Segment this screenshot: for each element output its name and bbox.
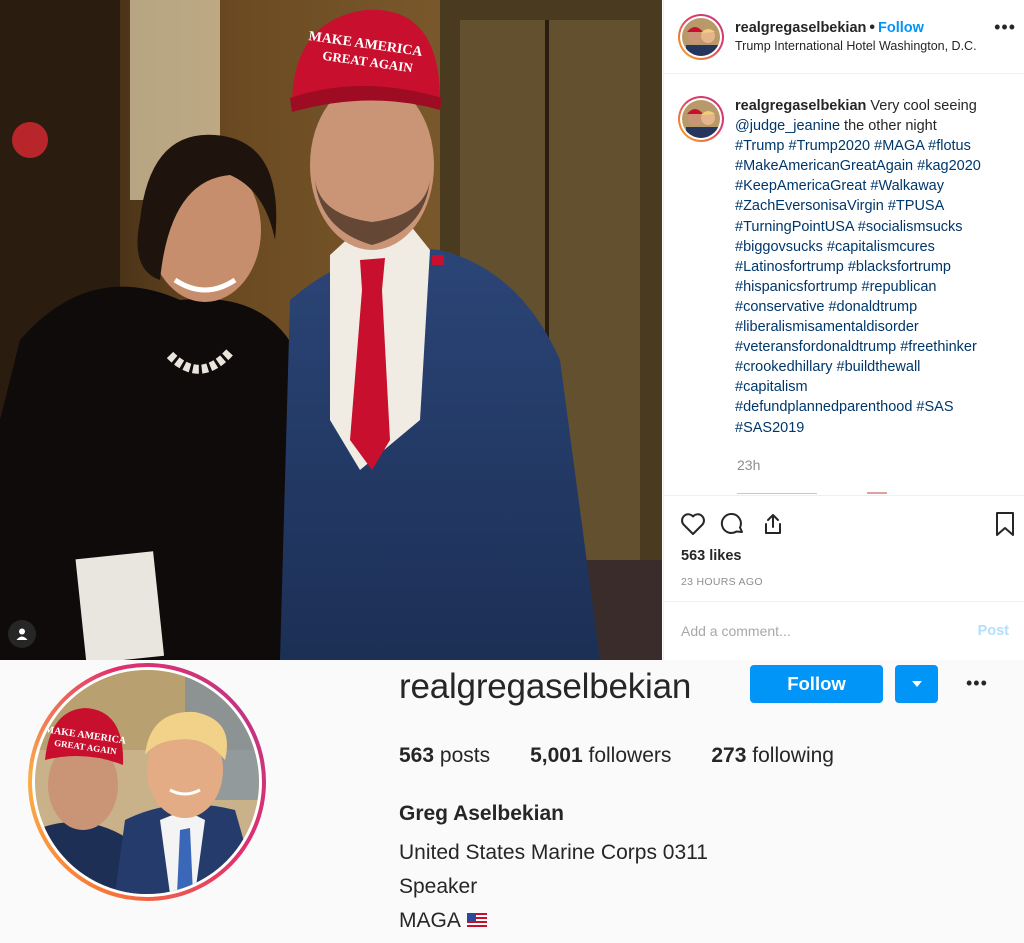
caption-time: 23h	[737, 457, 761, 473]
hashtag-line[interactable]: #Latinosfortrump #blacksfortrump	[735, 257, 1018, 277]
suggested-accounts-dropdown[interactable]	[895, 665, 938, 703]
followers-label: followers	[588, 744, 672, 767]
post-timestamp: 23 HOURS AGO	[681, 576, 763, 588]
hashtag-line[interactable]: #Trump #Trump2020 #MAGA #flotus	[735, 136, 1018, 156]
post-panel: realgregaselbekian • Follow Trump Internat…	[663, 0, 1024, 660]
us-flag-icon	[466, 904, 487, 938]
user-tag-icon[interactable]	[8, 620, 36, 648]
post-photo[interactable]: MAKE AMERICA GREAT AGAIN	[0, 0, 662, 660]
post-location[interactable]: Trump International Hotel Washington, D.…	[735, 37, 977, 55]
post-photo-illustration: MAKE AMERICA GREAT AGAIN	[0, 0, 662, 660]
profile-avatar[interactable]: MAKE AMERICA GREAT AGAIN	[28, 663, 266, 901]
chevron-down-icon	[911, 681, 922, 687]
post-header: realgregaselbekian • Follow Trump Internat…	[664, 0, 1024, 74]
post-actions: 563 likes 23 HOURS AGO	[664, 495, 1024, 601]
hashtag-line[interactable]: #MakeAmericanGreatAgain #kag2020	[735, 156, 1018, 176]
bookmark-icon[interactable]	[993, 510, 1017, 538]
followers-count: 5,001	[530, 744, 583, 767]
hashtag-line[interactable]: #KeepAmericaGreat #Walkaway	[735, 176, 1018, 196]
share-icon[interactable]	[760, 512, 786, 536]
hashtag-line[interactable]: #ZachEversonisaVirgin #TPUSA	[735, 196, 1018, 216]
hashtag-line[interactable]: #defundplannedparenthood #SAS	[735, 397, 1018, 417]
hashtag-line[interactable]: #liberalismisamentaldisorder	[735, 317, 1018, 337]
following-count: 273	[711, 744, 747, 767]
bio-line: United States Marine Corps 0311	[399, 841, 708, 864]
caption-line: Very cool seeing	[870, 98, 977, 114]
caption-avatar[interactable]	[678, 96, 724, 142]
avatar-image	[682, 17, 720, 56]
hashtag-line[interactable]: #TurningPointUSA #socialismsucks	[735, 217, 1018, 237]
posts-count: 563	[399, 744, 435, 767]
avatar-image	[682, 100, 720, 138]
profile-full-name: Greg Aselbekian	[399, 802, 564, 825]
profile-bio: United States Marine Corps 0311 Speaker …	[399, 836, 708, 938]
likes-count[interactable]: 563 likes	[681, 548, 741, 564]
profile-stats: 563 posts 5,001 followers 273 following	[399, 744, 874, 768]
bio-line-maga: MAGA	[399, 904, 708, 938]
heart-icon[interactable]	[680, 512, 706, 536]
hashtag-line[interactable]: #conservative #donaldtrump	[735, 297, 1018, 317]
comment-bar: Post	[664, 601, 1024, 660]
hashtag-line[interactable]: #veteransfordonaldtrump #freethinker	[735, 337, 1018, 357]
post-username[interactable]: realgregaselbekian	[735, 20, 866, 36]
caption-text: realgregaselbekian Very cool seeing @judg…	[735, 96, 1018, 438]
profile-username: realgregaselbekian	[399, 667, 692, 706]
posts-label: posts	[439, 744, 491, 767]
caption-username[interactable]: realgregaselbekian	[735, 98, 866, 114]
profile-more-options-icon[interactable]: •••	[966, 674, 988, 692]
comment-input[interactable]	[681, 623, 978, 639]
post-caption: realgregaselbekian Very cool seeing @judg…	[678, 96, 1018, 438]
hashtag-line[interactable]: #hispanicsfortrump #republican	[735, 277, 1018, 297]
post-follow-button[interactable]: Follow	[878, 20, 924, 36]
mention-link[interactable]: @judge_jeanine	[735, 118, 840, 134]
hashtag-line[interactable]: #capitalism	[735, 377, 1018, 397]
followers-stat[interactable]: 5,001 followers	[530, 744, 671, 768]
posts-stat: 563 posts	[399, 744, 490, 768]
hashtag-line[interactable]: #crookedhillary #buildthewall	[735, 357, 1018, 377]
bio-line: Speaker	[399, 875, 478, 898]
following-label: following	[752, 744, 834, 767]
caption-line: the other night	[840, 118, 937, 135]
profile-follow-button[interactable]: Follow	[750, 665, 883, 703]
comment-icon[interactable]	[720, 512, 746, 536]
post-avatar[interactable]	[678, 13, 724, 60]
following-stat[interactable]: 273 following	[711, 744, 834, 768]
profile-avatar-image: MAKE AMERICA GREAT AGAIN	[35, 670, 259, 894]
post-more-options-icon[interactable]: •••	[994, 18, 1016, 36]
post-comment-button[interactable]: Post	[978, 623, 1009, 639]
bio-line: MAGA	[399, 909, 461, 932]
hashtag-line[interactable]: #biggovsucks #capitalismcures	[735, 237, 1018, 257]
separator-dot: •	[869, 18, 875, 36]
next-comment-preview	[737, 486, 917, 494]
profile-header: MAKE AMERICA GREAT AGAIN realgregaselbek…	[0, 660, 1024, 943]
hashtag-line[interactable]: #SAS2019	[735, 418, 1018, 438]
